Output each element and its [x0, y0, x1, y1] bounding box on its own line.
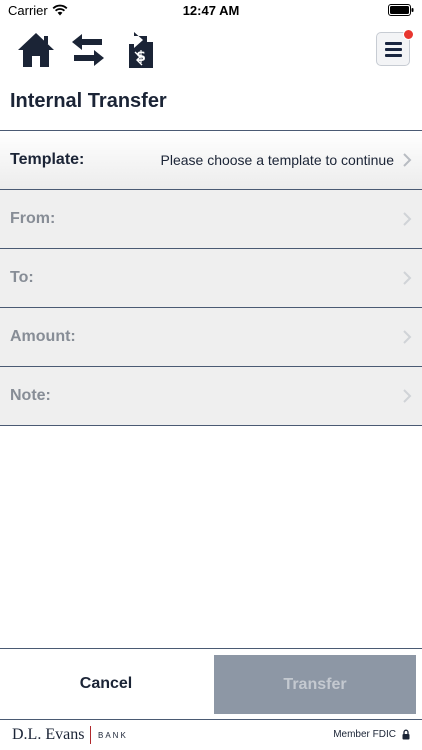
chevron-right-icon	[403, 389, 412, 403]
svg-text:$: $	[136, 49, 146, 65]
to-row[interactable]: To:	[0, 249, 422, 308]
from-label: From:	[10, 210, 56, 227]
cancel-button[interactable]: Cancel	[0, 649, 212, 719]
bank-logo-word: BANK	[98, 731, 128, 740]
amount-row[interactable]: Amount:	[0, 308, 422, 367]
logo-divider	[90, 726, 91, 744]
page-title: Internal Transfer	[10, 90, 167, 112]
to-label: To:	[10, 269, 34, 286]
transfer-form: Template: Please choose a template to co…	[0, 130, 422, 426]
notification-dot	[403, 29, 414, 40]
menu-button[interactable]	[376, 29, 414, 66]
template-value: Please choose a template to continue	[160, 152, 395, 168]
footer: D.L. Evans BANK Member FDIC	[0, 719, 422, 750]
chevron-right-icon	[403, 330, 412, 344]
menu-icon	[385, 42, 402, 60]
amount-label: Amount:	[10, 328, 76, 345]
action-bar: Cancel Transfer	[0, 648, 422, 719]
battery-icon	[388, 4, 414, 16]
chevron-right-icon	[403, 271, 412, 285]
note-label: Note:	[10, 387, 51, 404]
bill-pay-icon[interactable]: $	[118, 30, 158, 70]
home-icon[interactable]	[16, 30, 56, 70]
status-bar: Carrier 12:47 AM	[0, 0, 422, 22]
lock-icon	[402, 729, 410, 740]
note-row[interactable]: Note:	[0, 367, 422, 426]
bank-logo-name: D.L. Evans	[12, 726, 85, 743]
member-fdic-text: Member FDIC	[333, 729, 396, 740]
status-time: 12:47 AM	[182, 3, 240, 18]
top-toolbar: $	[0, 29, 422, 74]
transfer-arrows-icon[interactable]	[68, 30, 108, 70]
template-row[interactable]: Template: Please choose a template to co…	[0, 131, 422, 190]
chevron-right-icon	[403, 212, 412, 226]
transfer-button[interactable]: Transfer	[214, 655, 416, 714]
template-label: Template:	[10, 151, 85, 168]
chevron-right-icon	[403, 153, 412, 167]
from-row[interactable]: From:	[0, 190, 422, 249]
